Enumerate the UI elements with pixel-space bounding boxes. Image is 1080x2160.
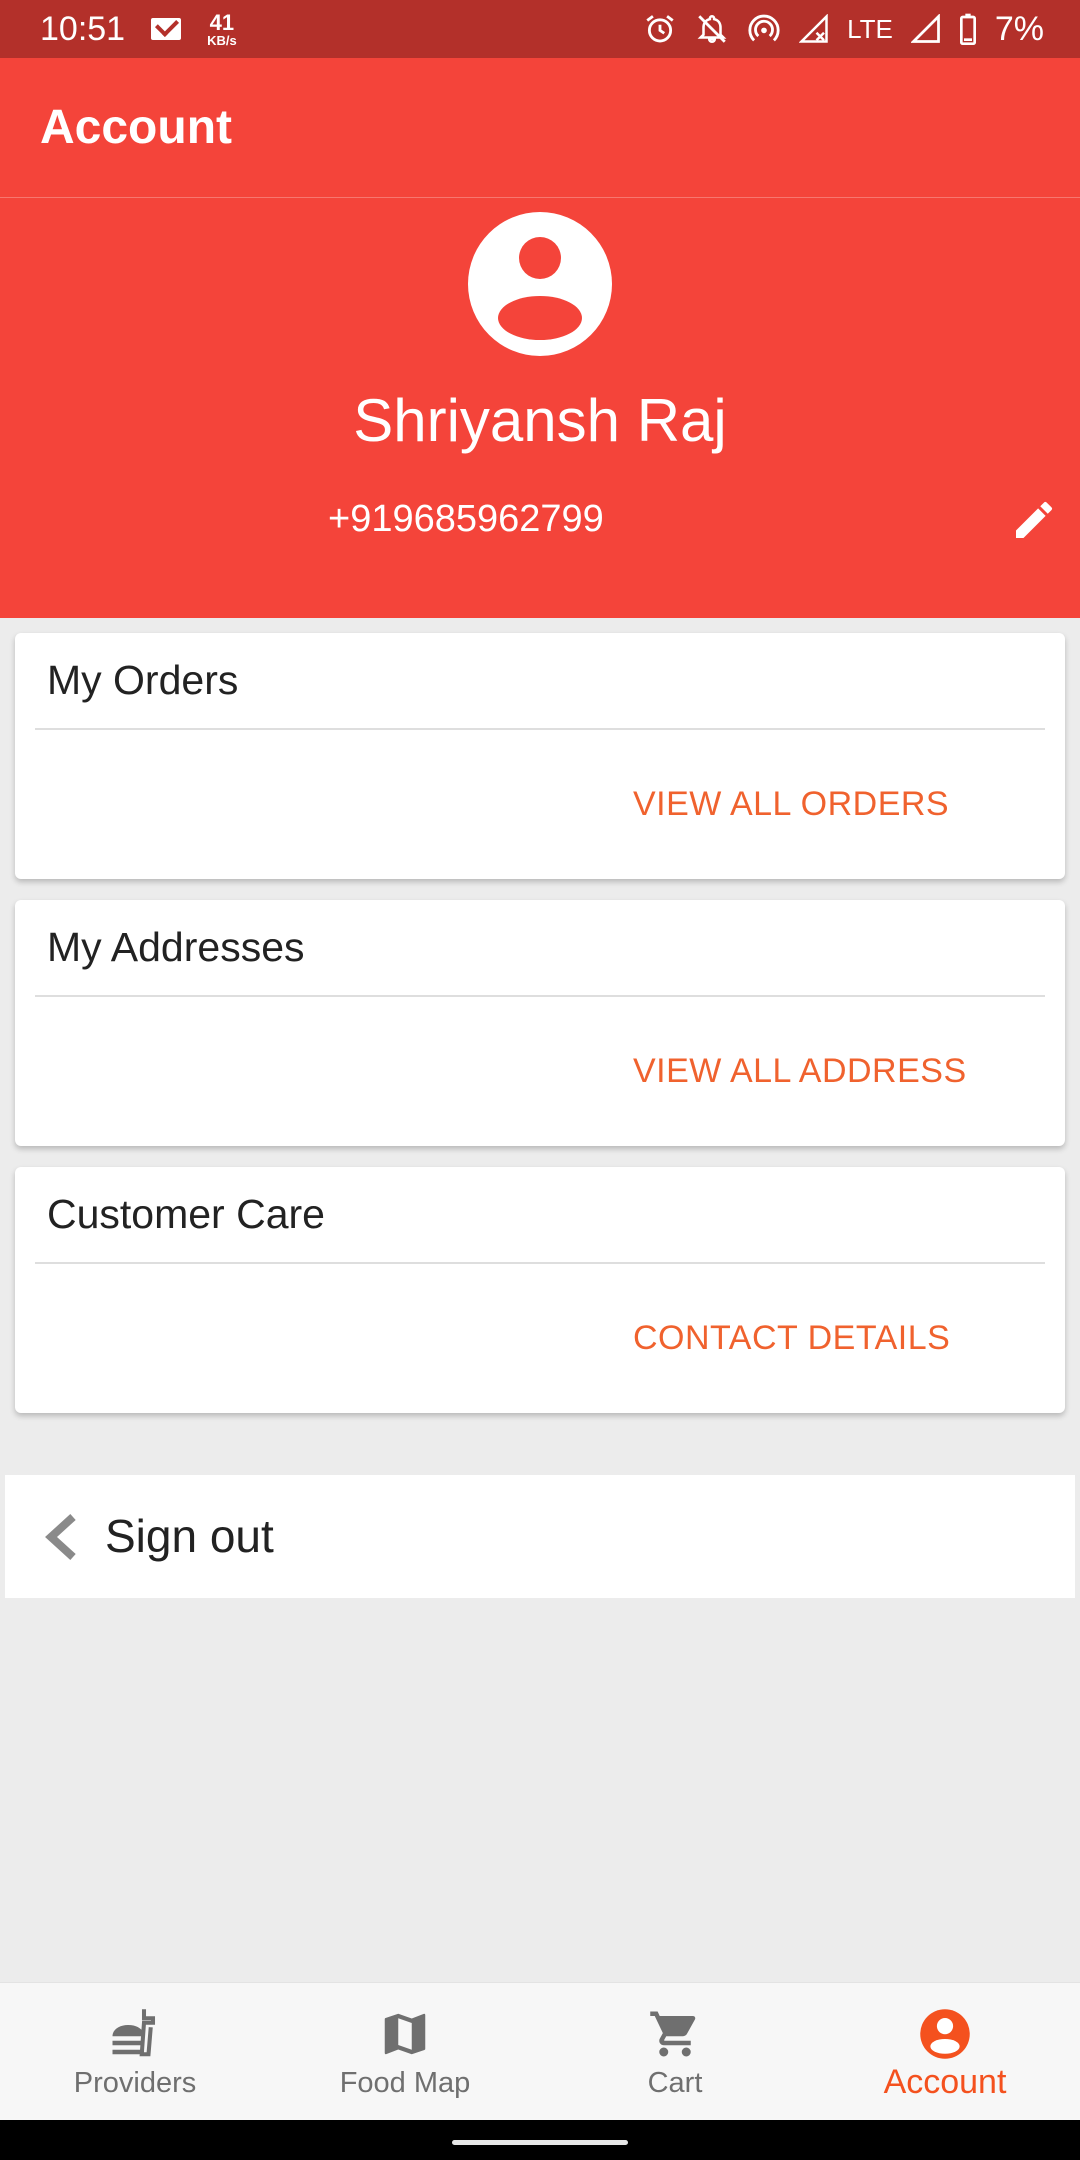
account-circle-icon [920,2009,970,2059]
network-speed-value: 41 [209,9,235,35]
app-bar: Account [0,58,1080,198]
status-right: LTE 7% [643,0,1044,58]
network-speed-unit: KB/s [207,32,237,48]
hotspot-icon [748,14,780,42]
page-title: Account [40,101,232,154]
user-name: Shriyansh Raj [353,387,727,454]
bottom-navigation: Providers Food Map Cart Account [0,1982,1080,2120]
nav-item-providers[interactable]: Providers [0,1983,270,2121]
card-title: My Orders [47,657,239,703]
nav-label: Food Map [339,2067,471,2099]
nav-item-food-map[interactable]: Food Map [270,1983,540,2121]
system-nav-bar [0,2120,1080,2160]
card-my-addresses: My Addresses VIEW ALL ADDRESS [15,900,1065,1146]
divider [35,995,1045,997]
contact-details-button[interactable]: CONTACT DETAILS [633,1319,950,1358]
battery-icon [959,13,976,45]
card-customer-care: Customer Care CONTACT DETAILS [15,1167,1065,1413]
gmail-icon [151,18,182,40]
view-all-address-button[interactable]: VIEW ALL ADDRESS [633,1052,967,1091]
alarm-icon [646,15,674,43]
user-phone: +919685962799 [328,498,604,540]
fastfood-icon [112,2009,156,2057]
nav-item-cart[interactable]: Cart [540,1983,810,2121]
network-type: LTE [847,13,893,44]
nav-label: Account [883,2063,1007,2101]
sign-out-label: Sign out [105,1510,274,1562]
nav-label: Providers [73,2067,197,2099]
notifications-off-icon [697,15,727,44]
profile-header: Shriyansh Raj +919685962799 [0,198,1080,618]
status-left: 10:51 41 KB/s [40,0,237,58]
signal-x-icon [799,14,828,43]
battery-percent: 7% [994,9,1044,48]
view-all-orders-button[interactable]: VIEW ALL ORDERS [633,785,949,824]
map-icon [384,2013,426,2055]
nav-item-account[interactable]: Account [810,1983,1080,2121]
signal-icon [910,14,940,43]
home-gesture-handle[interactable] [452,2140,628,2145]
edit-icon[interactable] [1010,496,1058,544]
divider [35,728,1045,730]
card-title: My Addresses [47,924,305,970]
card-title: Customer Care [47,1191,325,1237]
sign-out-button[interactable]: Sign out [5,1475,1075,1598]
divider [35,1262,1045,1264]
network-speed: 41 KB/s [207,9,237,48]
card-my-orders: My Orders VIEW ALL ORDERS [15,633,1065,879]
chevron-left-icon [45,1514,76,1560]
avatar-icon [468,212,612,356]
nav-label: Cart [647,2067,703,2099]
cart-icon [650,2011,696,2057]
status-time: 10:51 [40,9,126,48]
status-bar: 10:51 41 KB/s LTE 7% [0,0,1080,58]
